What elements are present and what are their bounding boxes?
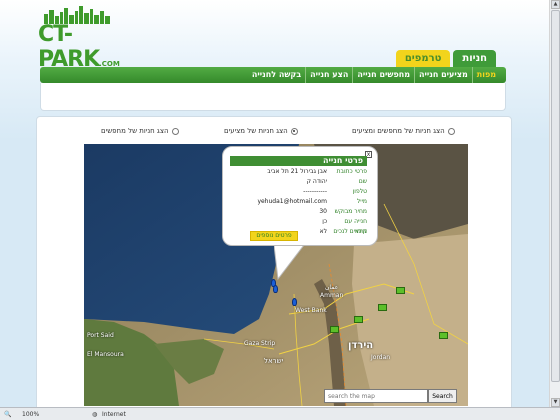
radio-label: הצג חניות של מחפשים bbox=[101, 127, 169, 135]
map-label-israel: ישראל bbox=[264, 357, 284, 365]
scroll-down-arrow-icon[interactable]: ▼ bbox=[551, 398, 560, 407]
parking-marker-icon[interactable] bbox=[292, 298, 297, 306]
popup-label: פרטי כתובת bbox=[336, 168, 367, 175]
map-search-button[interactable]: Search bbox=[428, 389, 457, 403]
popup-value: יהודה ק bbox=[306, 178, 327, 185]
nav-maps[interactable]: מפות bbox=[471, 67, 500, 83]
popup-value: אבן גבירול 21 תל אביב bbox=[267, 168, 327, 175]
tab-parking[interactable]: חניות bbox=[453, 50, 496, 68]
road-shield-icon bbox=[330, 326, 339, 333]
road-shield-icon bbox=[396, 287, 405, 294]
popup-row: מחיר מבוקש 30 bbox=[233, 207, 367, 217]
popup-row: חנייה עם קירוי כן bbox=[233, 217, 367, 235]
scroll-up-arrow-icon[interactable]: ▲ bbox=[551, 0, 560, 9]
map-label-amman-arabic: عمان bbox=[325, 284, 339, 291]
map-search-input[interactable] bbox=[324, 389, 428, 403]
radio-button-icon[interactable] bbox=[171, 127, 179, 135]
popup-label: מייל bbox=[356, 198, 367, 205]
browser-status-bar: 🔍 100% ◍ Internet bbox=[0, 407, 560, 420]
map-label-amman: Amman bbox=[320, 292, 344, 299]
security-zone: Internet bbox=[102, 411, 126, 418]
road-shield-icon bbox=[439, 332, 448, 339]
map-label-gaza: Gaza Strip bbox=[244, 340, 276, 347]
main-nav: מפות מציעים חנייה מחפשים חנייה הצע חנייה… bbox=[40, 67, 506, 83]
content-strip bbox=[40, 83, 506, 111]
parking-info-popup: x פרטי חנייה פרטי כתובת אבן גבירול 21 תל… bbox=[222, 146, 378, 246]
map-label-mansoura: El Mansoura bbox=[87, 351, 124, 358]
nav-seeking-parking[interactable]: מחפשים חנייה bbox=[352, 67, 414, 83]
globe-icon: ◍ bbox=[92, 411, 98, 418]
popup-label: חנייה עם קירוי bbox=[344, 218, 367, 235]
popup-title: פרטי חנייה bbox=[230, 156, 367, 166]
popup-tail bbox=[274, 245, 305, 281]
radio-button-checked-icon[interactable] bbox=[290, 127, 298, 135]
radio-seekers[interactable]: הצג חניות של מחפשים bbox=[101, 125, 179, 137]
page: CT-PARK.COM טרמפים חניות מפות מציעים חני… bbox=[0, 0, 549, 407]
map-label-westbank: West Bank bbox=[295, 307, 327, 314]
map-view[interactable]: عمان Amman West Bank Port Said El Mansou… bbox=[84, 144, 468, 406]
map-label-portsaid: Port Said bbox=[87, 332, 114, 339]
popup-label: טלפון bbox=[352, 188, 367, 195]
magnifier-icon[interactable]: 🔍 bbox=[4, 410, 11, 419]
popup-row: מייל yehuda1@hotmail.com bbox=[233, 197, 367, 207]
nav-offering-parking[interactable]: מציעים חנייה bbox=[414, 67, 472, 83]
popup-value: 30 bbox=[319, 208, 327, 215]
map-search: Search bbox=[324, 389, 457, 403]
radio-button-icon[interactable] bbox=[447, 127, 455, 135]
popup-label: מחיר מבוקש bbox=[334, 208, 367, 215]
more-details-button[interactable]: פרטים נוספים bbox=[250, 231, 298, 241]
tab-tremps[interactable]: טרמפים bbox=[395, 50, 451, 68]
popup-value: ----------- bbox=[303, 188, 327, 195]
popup-label: מתאים לנכים bbox=[333, 228, 367, 235]
popup-value: yehuda1@hotmail.com bbox=[257, 198, 327, 205]
road-shield-icon bbox=[378, 304, 387, 311]
site-logo[interactable]: CT-PARK.COM bbox=[36, 6, 122, 72]
radio-label: הצג חניות של מחפשים ומציעים bbox=[352, 127, 445, 135]
map-label-jordan-hebrew: הירדן bbox=[348, 340, 374, 351]
filter-radios: הצג חניות של מחפשים ומציעים הצג חניות של… bbox=[37, 125, 513, 137]
road-shield-icon bbox=[354, 316, 363, 323]
scroll-thumb[interactable] bbox=[551, 10, 560, 382]
popup-row: טלפון ----------- bbox=[233, 187, 367, 197]
nav-offer-parking[interactable]: הצע חנייה bbox=[305, 67, 352, 83]
zoom-level[interactable]: 100% bbox=[22, 410, 39, 419]
top-tabs: טרמפים חניות bbox=[395, 50, 496, 68]
popup-row: פרטי כתובת אבן גבירול 21 תל אביב bbox=[233, 167, 367, 177]
popup-row: שם יהודה ק bbox=[233, 177, 367, 187]
popup-details: פרטי כתובת אבן גבירול 21 תל אביב שם יהוד… bbox=[233, 167, 367, 237]
parking-marker-icon[interactable] bbox=[273, 285, 278, 293]
popup-label: שם bbox=[358, 178, 367, 185]
nav-request-parking[interactable]: בקשה לחנייה bbox=[248, 67, 305, 83]
vertical-scrollbar[interactable]: ▲ ▼ bbox=[549, 0, 560, 407]
popup-value: כן bbox=[322, 218, 327, 225]
radio-seekers-and-offerers[interactable]: הצג חניות של מחפשים ומציעים bbox=[352, 125, 455, 137]
logo-text: CT-PARK bbox=[38, 22, 100, 72]
radio-label: הצג חניות של מציעים bbox=[224, 127, 288, 135]
map-panel: הצג חניות של מחפשים ומציעים הצג חניות של… bbox=[36, 116, 512, 407]
map-label-jordan: Jordan bbox=[371, 354, 391, 361]
radio-offerers[interactable]: הצג חניות של מציעים bbox=[224, 125, 298, 137]
